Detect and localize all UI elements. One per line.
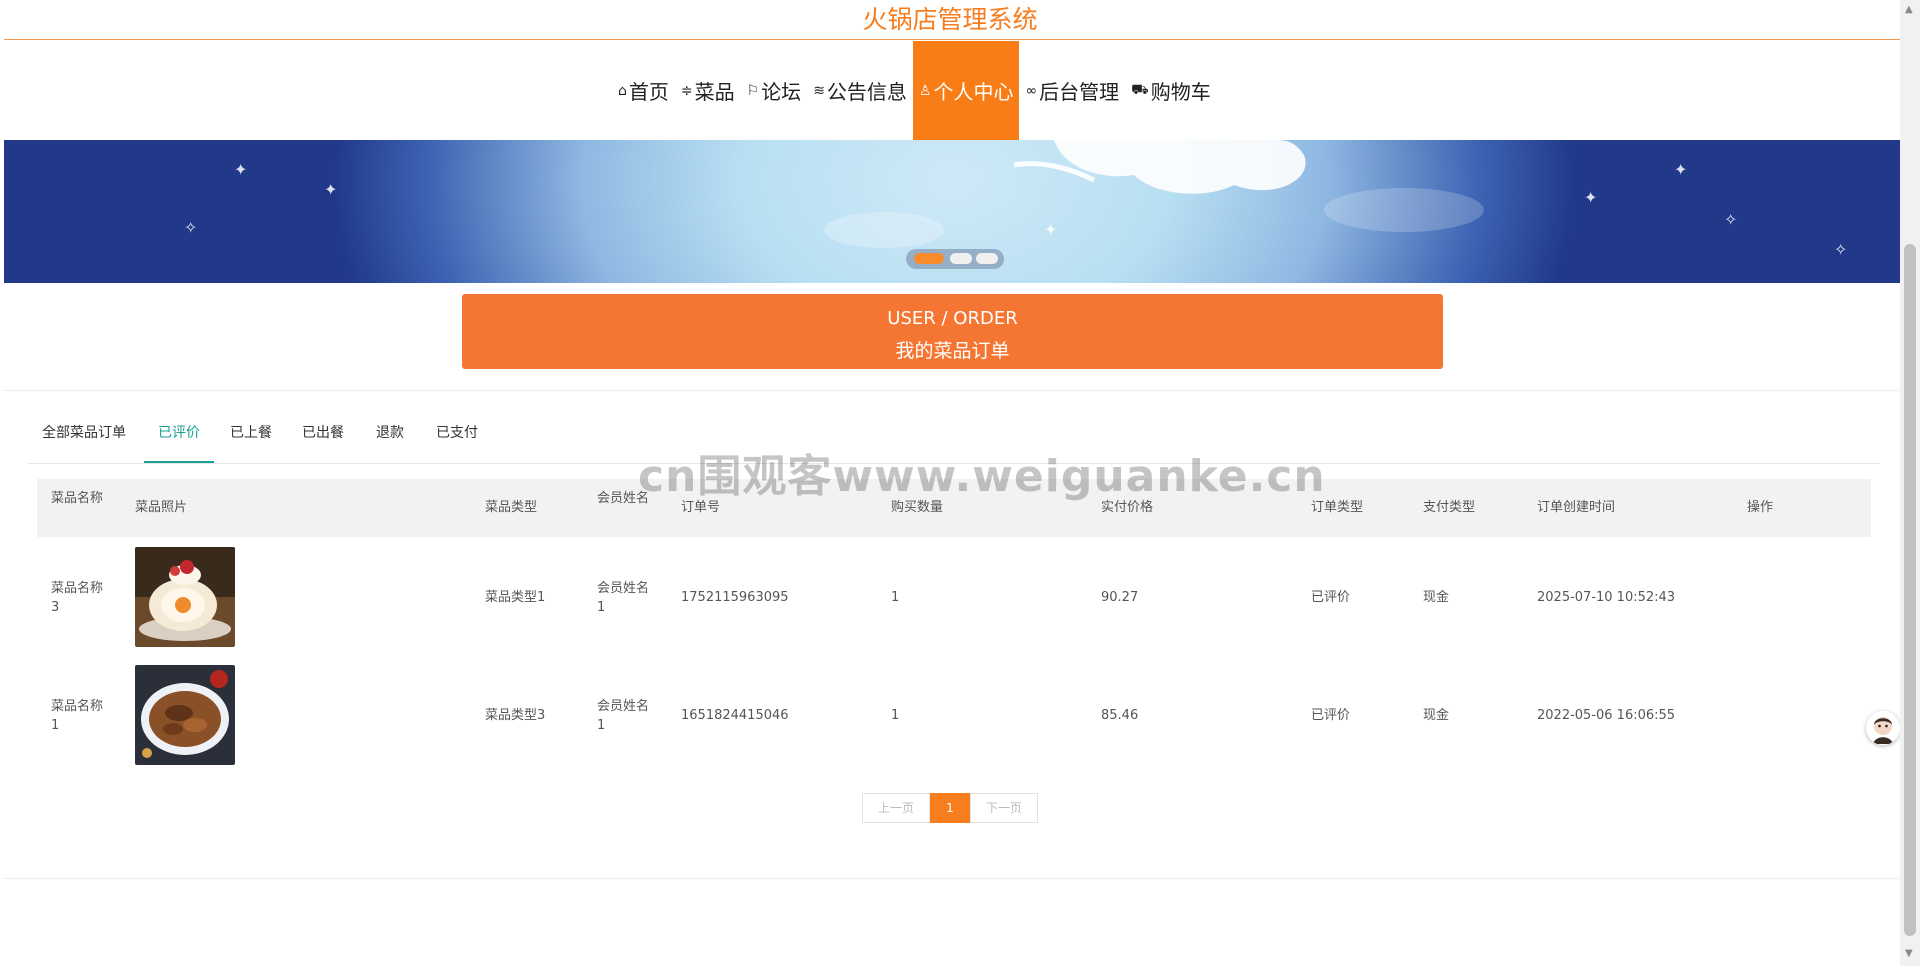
cell-created-time: 2022-05-06 16:06:55 <box>1537 708 1676 723</box>
title-divider <box>4 39 1900 40</box>
cell-paid-price: 90.27 <box>1101 590 1139 605</box>
header-dish-type: 菜品类型 <box>485 500 538 515</box>
carousel-dot-1[interactable] <box>914 253 944 264</box>
cell-order-type: 已评价 <box>1311 708 1351 723</box>
tab-paid[interactable]: 已支付 <box>422 411 492 463</box>
order-header-cn: 我的菜品订单 <box>895 340 1010 362</box>
current-page-button[interactable]: 1 <box>930 793 970 823</box>
nav-item-cart[interactable]: ⛟ 购物车 <box>1125 41 1217 140</box>
pagination: 上一页 1 下一页 <box>862 793 1038 823</box>
nav-item-label: 购物车 <box>1150 80 1211 104</box>
cell-member-name: 会员姓名1 <box>597 581 650 615</box>
header-dish-photo: 菜品照片 <box>135 500 188 515</box>
nav-item-user-center[interactable]: ♙ 个人中心 <box>912 41 1020 140</box>
nav-item-label: 论坛 <box>761 80 802 104</box>
table-row: 菜品名称3 菜品类型1 会员姓名1 1752115963095 1 90.27 … <box>37 539 1871 657</box>
nav-item-forum[interactable]: ⚐ 论坛 <box>741 41 808 140</box>
carousel-dot-3[interactable] <box>976 253 998 264</box>
header-pay-type: 支付类型 <box>1423 500 1476 515</box>
cell-dish-type: 菜品类型3 <box>485 708 546 723</box>
header-dish-name: 菜品名称 <box>51 491 104 506</box>
scroll-up-arrow-icon[interactable]: ▲ <box>1905 4 1913 15</box>
nav-item-label: 个人中心 <box>933 80 1014 104</box>
cell-created-time: 2025-07-10 10:52:43 <box>1537 590 1676 605</box>
page: 火锅店管理系统 ⌂ 首页 ≑ 菜品 ⚐ 论坛 ≋ 公告信息 ♙ 个人中心 ∞ 后… <box>0 0 1920 966</box>
layers-icon: ≋ <box>813 82 825 99</box>
cell-order-type: 已评价 <box>1311 590 1351 605</box>
order-header-en: USER / ORDER <box>887 308 1018 329</box>
nav-item-label: 首页 <box>628 80 669 104</box>
user-icon: ♙ <box>918 82 932 99</box>
nav-item-notices[interactable]: ≋ 公告信息 <box>807 41 913 140</box>
cell-pay-type: 现金 <box>1423 590 1450 605</box>
tab-dished-out[interactable]: 已出餐 <box>288 411 358 463</box>
nav-item-home[interactable]: ⌂ 首页 <box>612 41 675 140</box>
cell-dish-type: 菜品类型1 <box>485 590 546 605</box>
scrollbar-thumb[interactable] <box>1904 244 1916 936</box>
watermark: cn围观客www.weiguanke.cn <box>638 451 1326 502</box>
cell-dish-name: 菜品名称3 <box>51 581 104 615</box>
cell-quantity: 1 <box>891 590 900 605</box>
order-section-header: USER / ORDER 我的菜品订单 <box>462 294 1443 369</box>
nav-item-dishes[interactable]: ≑ 菜品 <box>675 41 741 140</box>
banner-carousel[interactable]: ✦ ✧ ✦ ✦ ✧ ✦ ✧ ✦ <box>4 140 1900 283</box>
tab-refund[interactable]: 退款 <box>362 411 418 463</box>
cell-quantity: 1 <box>891 708 900 723</box>
home-icon: ⌂ <box>618 82 627 99</box>
prev-page-button[interactable]: 上一页 <box>862 793 930 823</box>
page-scrollbar[interactable]: ▲ ▼ <box>1900 0 1920 966</box>
beef-noodle-photo[interactable] <box>135 665 235 765</box>
cell-order-no: 1752115963095 <box>681 590 789 605</box>
cell-dish-name: 菜品名称1 <box>51 699 104 733</box>
table-row: 菜品名称1 菜品类型3 会员姓名1 1651824415046 1 85.46 … <box>37 657 1871 775</box>
header-actions: 操作 <box>1747 500 1774 515</box>
tab-all-orders[interactable]: 全部菜品订单 <box>28 411 140 463</box>
scroll-down-arrow-icon[interactable]: ▼ <box>1905 948 1913 959</box>
nav-item-label: 公告信息 <box>826 80 907 104</box>
cell-paid-price: 85.46 <box>1101 708 1139 723</box>
cart-icon: ⛟ <box>1131 81 1149 98</box>
main-nav: ⌂ 首页 ≑ 菜品 ⚐ 论坛 ≋ 公告信息 ♙ 个人中心 ∞ 后台管理 ⛟ 购物… <box>0 41 1900 140</box>
nav-item-admin[interactable]: ∞ 后台管理 <box>1019 41 1125 140</box>
cake-roll-photo[interactable] <box>135 547 235 647</box>
nav-item-label: 后台管理 <box>1039 80 1120 104</box>
link-icon: ∞ <box>1025 82 1038 99</box>
tab-reviewed[interactable]: 已评价 <box>144 411 214 463</box>
customer-service-avatar[interactable] <box>1866 711 1900 745</box>
cell-order-no: 1651824415046 <box>681 708 789 723</box>
sliders-icon: ≑ <box>680 82 693 99</box>
site-title: 火锅店管理系统 <box>862 5 1038 34</box>
next-page-button[interactable]: 下一页 <box>970 793 1038 823</box>
carousel-dot-2[interactable] <box>950 253 972 264</box>
flag-icon: ⚐ <box>746 82 760 99</box>
tab-served[interactable]: 已上餐 <box>216 411 286 463</box>
header-created-time: 订单创建时间 <box>1537 500 1616 515</box>
cell-member-name: 会员姓名1 <box>597 699 650 733</box>
cell-pay-type: 现金 <box>1423 708 1450 723</box>
carousel-indicators <box>906 249 1004 269</box>
nav-item-label: 菜品 <box>694 80 735 104</box>
